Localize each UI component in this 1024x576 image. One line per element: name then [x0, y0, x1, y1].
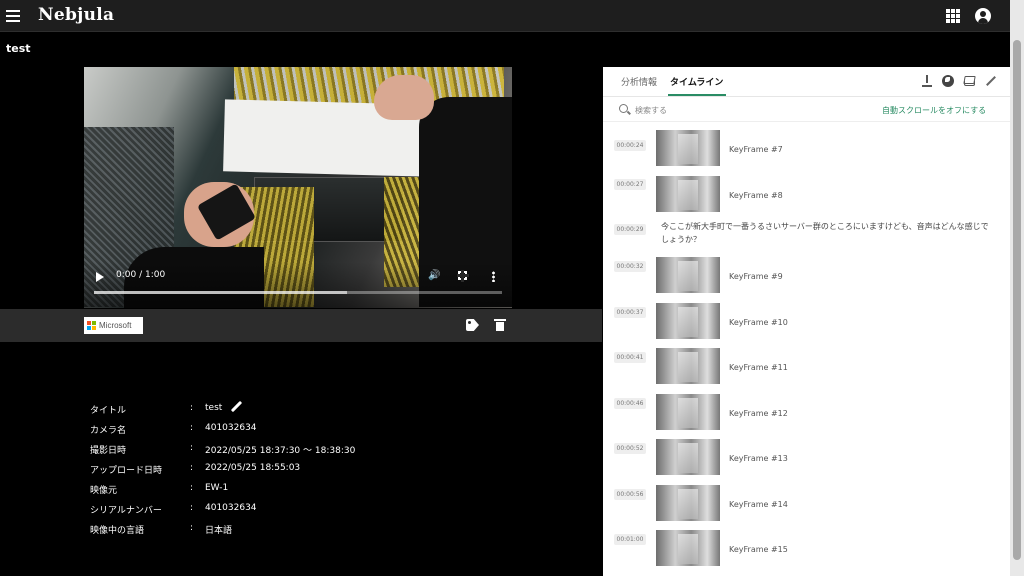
meta-value: 2022/05/25 18:55:03 [205, 463, 301, 473]
microsoft-label: Microsoft [99, 321, 132, 330]
meta-value: 2022/05/25 18:37:30 ～ 18:38:30 [205, 446, 356, 456]
meta-colon: : [190, 423, 194, 433]
keyframe-thumbnail[interactable] [656, 348, 720, 384]
insights-panel: 分析情報 タイムライン 自動スクロールをオフにする 00:00:24 KeyFr… [603, 67, 1010, 576]
keyframe-thumbnail[interactable] [656, 485, 720, 521]
video-frame-hand [374, 75, 434, 120]
search-icon [619, 104, 628, 113]
timeline-search: 自動スクロールをオフにする [603, 98, 1010, 122]
keyframe-label: KeyFrame #7 [729, 145, 783, 154]
video-controls: 0:00 / 1:00 🔊 [84, 262, 512, 308]
menu-icon[interactable] [5, 8, 21, 24]
meta-colon: : [190, 523, 194, 533]
globe-icon[interactable] [942, 75, 954, 87]
meta-row-source: 映像元 : EW-1 [90, 480, 390, 496]
timestamp-chip[interactable]: 00:00:46 [614, 398, 646, 409]
panel-tabs: 分析情報 タイムライン [603, 67, 1010, 97]
timestamp-chip[interactable]: 00:00:56 [614, 489, 646, 500]
keyframe-label: KeyFrame #11 [729, 363, 788, 372]
layers-icon[interactable] [963, 75, 975, 87]
transcript-text: 今ここが新大手町で一番うるさいサーバー群のところにいますけども、音声はどんな感じ… [661, 222, 989, 244]
account-icon[interactable] [975, 8, 991, 24]
video-player[interactable]: 0:00 / 1:00 🔊 [84, 67, 512, 308]
timestamp-chip[interactable]: 00:00:32 [614, 261, 646, 272]
play-icon[interactable] [96, 272, 104, 282]
keyframe-label: KeyFrame #9 [729, 272, 783, 281]
meta-value: 日本語 [205, 526, 233, 536]
keyframe-label: KeyFrame #15 [729, 545, 788, 554]
keyframe-label: KeyFrame #13 [729, 454, 788, 463]
keyframe-thumbnail[interactable] [656, 303, 720, 339]
edit-pencil-icon[interactable] [985, 75, 997, 87]
fullscreen-icon[interactable] [457, 270, 469, 282]
meta-row-camera: カメラ名 : 401032634 [90, 420, 390, 436]
timestamp-chip[interactable]: 00:01:00 [614, 534, 646, 545]
page-scrollbar-thumb[interactable] [1013, 40, 1021, 560]
meta-label: シリアルナンバー [90, 506, 162, 516]
active-tab-indicator [668, 94, 726, 96]
keyframe-label: KeyFrame #12 [729, 409, 788, 418]
timestamp-chip[interactable]: 00:00:41 [614, 352, 646, 363]
brand-logo[interactable]: Nebjula [38, 5, 114, 25]
apps-grid-icon[interactable] [946, 9, 960, 23]
meta-row-uploaded: アップロード日時 : 2022/05/25 18:55:03 [90, 460, 390, 476]
meta-value: EW-1 [205, 483, 229, 493]
tab-insights[interactable]: 分析情報 [621, 75, 657, 88]
meta-colon: : [190, 463, 194, 473]
pencil-icon[interactable] [230, 401, 242, 413]
meta-colon: : [190, 403, 194, 413]
keyframe-thumbnail[interactable] [656, 439, 720, 475]
keyframe-thumbnail[interactable] [656, 176, 720, 212]
meta-row-language: 映像中の言語 : 日本語 [90, 520, 390, 536]
download-icon[interactable] [921, 75, 933, 87]
meta-value: 401032634 [205, 423, 257, 433]
meta-row-recorded: 撮影日時 : 2022/05/25 18:37:30 ～ 18:38:30 [90, 440, 390, 456]
video-time: 0:00 / 1:00 [116, 270, 166, 280]
meta-value: test [205, 403, 223, 413]
app-bar: Nebjula [0, 0, 1010, 32]
search-input[interactable] [635, 102, 815, 118]
meta-colon: : [190, 503, 194, 513]
seek-buffered [94, 291, 347, 294]
keyframe-thumbnail[interactable] [656, 530, 720, 566]
more-vert-icon[interactable] [492, 271, 495, 282]
keyframe-label: KeyFrame #14 [729, 500, 788, 509]
video-action-bar: Microsoft [0, 309, 602, 342]
meta-label: タイトル [90, 406, 127, 416]
meta-label: 映像元 [90, 486, 118, 496]
tab-timeline[interactable]: タイムライン [670, 75, 723, 88]
timestamp-chip[interactable]: 00:00:37 [614, 307, 646, 318]
keyframe-thumbnail[interactable] [656, 257, 720, 293]
meta-label: カメラ名 [90, 426, 127, 436]
tag-icon[interactable] [466, 319, 479, 331]
meta-colon: : [190, 443, 194, 453]
meta-label: アップロード日時 [90, 466, 163, 476]
microsoft-badge[interactable]: Microsoft [84, 317, 143, 334]
page-header: test [0, 33, 1010, 66]
keyframe-thumbnail[interactable] [656, 130, 720, 166]
keyframe-label: KeyFrame #8 [729, 191, 783, 200]
trash-icon[interactable] [494, 319, 506, 331]
timestamp-chip[interactable]: 00:00:27 [614, 179, 646, 190]
keyframe-thumbnail[interactable] [656, 394, 720, 430]
meta-colon: : [190, 483, 194, 493]
volume-icon[interactable]: 🔊 [428, 270, 440, 282]
timestamp-chip[interactable]: 00:00:29 [614, 224, 646, 235]
meta-row-serial: シリアルナンバー : 401032634 [90, 500, 390, 516]
page-title: test [6, 42, 31, 55]
meta-value: 401032634 [205, 503, 257, 513]
microsoft-logo-icon [87, 321, 96, 330]
autoscroll-toggle-link[interactable]: 自動スクロールをオフにする [882, 105, 986, 116]
meta-label: 映像中の言語 [90, 526, 145, 536]
meta-label: 撮影日時 [90, 446, 127, 456]
meta-row-title: タイトル : test [90, 400, 390, 416]
seek-bar[interactable] [94, 291, 502, 294]
timestamp-chip[interactable]: 00:00:52 [614, 443, 646, 454]
timestamp-chip[interactable]: 00:00:24 [614, 140, 646, 151]
keyframe-label: KeyFrame #10 [729, 318, 788, 327]
